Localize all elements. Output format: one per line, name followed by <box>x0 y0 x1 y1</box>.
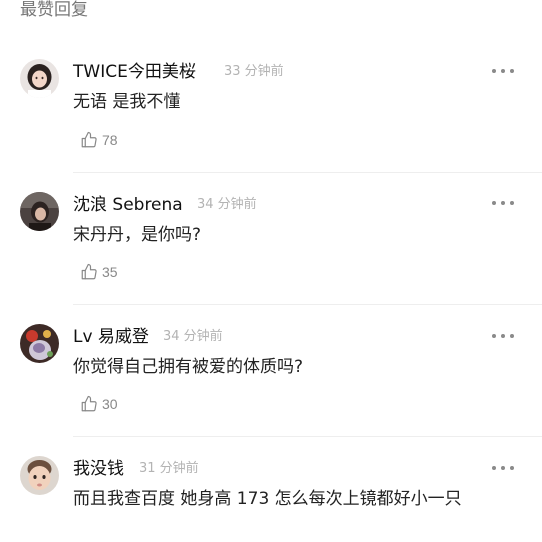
thumbs-up-icon <box>80 131 98 149</box>
username[interactable]: Lv 易威登 <box>73 326 149 348</box>
avatar[interactable] <box>20 59 59 98</box>
like-count: 30 <box>102 396 118 412</box>
comment-text: 你觉得自己拥有被爱的体质吗? <box>73 357 304 377</box>
comment-time: 31 分钟前 <box>139 461 199 476</box>
comment-text: 无语 是我不懂 <box>73 92 181 112</box>
section-title: 最赞回复 <box>20 0 88 20</box>
more-dots-icon[interactable] <box>492 463 514 473</box>
more-dots-icon[interactable] <box>492 198 514 208</box>
comment-time: 34 分钟前 <box>197 197 257 212</box>
avatar[interactable] <box>20 324 59 363</box>
thumbs-up-icon <box>80 395 98 413</box>
more-dots-icon[interactable] <box>492 331 514 341</box>
username[interactable]: 沈浪 Sebrena <box>73 194 183 216</box>
like-count: 35 <box>102 264 118 280</box>
like-button[interactable]: 78 <box>80 129 118 151</box>
avatar[interactable] <box>20 192 59 231</box>
comment-text: 而且我查百度 她身高 173 怎么每次上镜都好小一只 <box>73 489 462 509</box>
divider <box>73 436 542 437</box>
like-count: 78 <box>102 132 118 148</box>
avatar[interactable] <box>20 456 59 495</box>
divider <box>73 172 542 173</box>
username[interactable]: 我没钱 <box>73 458 124 480</box>
thumbs-up-icon <box>80 263 98 281</box>
username[interactable]: TWICE今田美桜 <box>73 61 196 83</box>
like-button[interactable]: 35 <box>80 261 118 283</box>
divider <box>73 304 542 305</box>
comment-text: 宋丹丹，是你吗? <box>73 225 202 245</box>
more-dots-icon[interactable] <box>492 66 514 76</box>
comment-time: 34 分钟前 <box>163 329 223 344</box>
like-button[interactable]: 30 <box>80 393 118 415</box>
comment-time: 33 分钟前 <box>224 64 284 79</box>
